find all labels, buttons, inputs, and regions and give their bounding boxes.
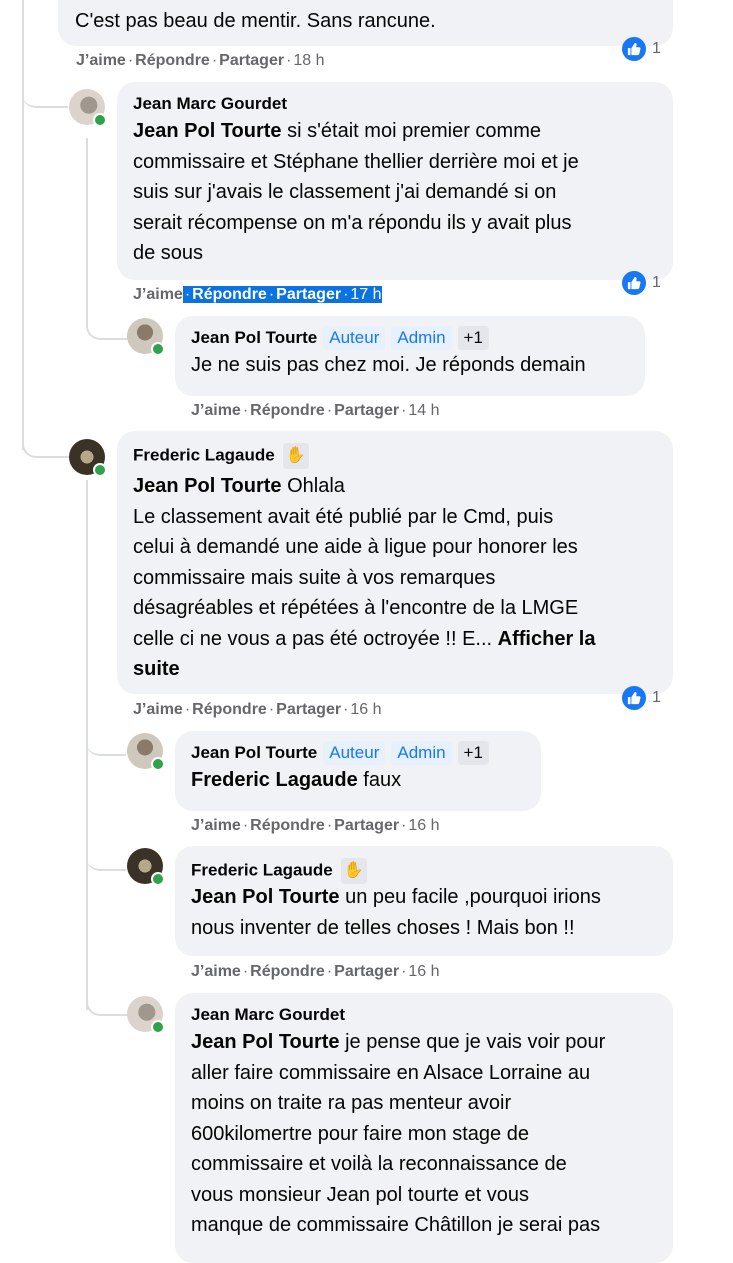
comment-actions: J’aime · Répondre · Partager · 16 h: [191, 817, 440, 834]
like-link[interactable]: J’aime: [133, 286, 183, 303]
comment-actions: J’aime · Répondre · Partager · 16 h: [191, 963, 440, 980]
thread-connector-r4: [86, 990, 128, 1016]
like-link[interactable]: J’aime: [191, 817, 241, 834]
comment-actions: J’aime · Répondre · Partager · 14 h: [191, 402, 440, 419]
author-badge[interactable]: Auteur: [323, 741, 386, 765]
online-indicator: [93, 113, 107, 127]
comment-bubble-top: C'est pas beau de mentir. Sans rancune.: [58, 0, 673, 46]
reply-link[interactable]: Répondre: [250, 817, 325, 834]
wave-hand-icon: ✋: [340, 858, 367, 884]
like-icon: [622, 37, 646, 61]
reply-link[interactable]: Répondre: [135, 52, 210, 69]
reaction-count-top[interactable]: 1: [622, 36, 661, 62]
like-icon: [622, 686, 646, 710]
comment-text: Frederic Lagaude faux: [191, 769, 402, 791]
comment-text: Je ne suis pas chez moi. Je réponds dema…: [191, 354, 586, 376]
share-link[interactable]: Partager: [219, 52, 284, 69]
mention-link[interactable]: Jean Pol Tourte: [191, 1031, 340, 1053]
thread-line-main: [22, 0, 24, 450]
online-indicator: [151, 872, 165, 886]
share-link[interactable]: Partager: [334, 402, 399, 419]
mention-link[interactable]: Jean Pol Tourte: [191, 886, 340, 908]
like-link[interactable]: J’aime: [133, 701, 183, 718]
reaction-count[interactable]: 1: [622, 685, 661, 711]
share-link[interactable]: Partager: [334, 963, 399, 980]
timestamp[interactable]: 14 h: [408, 402, 439, 419]
thread-connector-r3: [86, 845, 126, 871]
comment-author: Jean Pol Tourte Auteur Admin +1: [191, 326, 645, 350]
comment-actions: J’aime · Répondre · Partager · 17 h: [133, 286, 382, 303]
comment-text: Jean Pol Tourte Ohlala Le classement ava…: [133, 475, 596, 680]
reply-bubble: Jean Marc Gourdet Jean Pol Tourte je pen…: [175, 993, 673, 1263]
online-indicator: [93, 463, 107, 477]
mention-link[interactable]: Jean Pol Tourte: [133, 120, 282, 142]
admin-badge[interactable]: Admin: [391, 326, 452, 350]
comment-text: Jean Pol Tourte si s'était moi premier c…: [133, 120, 579, 264]
comment-actions-top: J’aime · Répondre · Partager · 18 h: [76, 52, 325, 69]
mention-link[interactable]: Jean Pol Tourte: [133, 475, 282, 497]
comment-actions: J’aime · Répondre · Partager · 16 h: [133, 701, 382, 718]
reply-link[interactable]: Répondre: [250, 402, 325, 419]
online-indicator: [151, 1020, 165, 1034]
share-link[interactable]: Partager: [276, 701, 341, 718]
comment-bubble: Jean Marc Gourdet Jean Pol Tourte si s'é…: [117, 82, 673, 280]
see-more-link-cont[interactable]: suite: [133, 658, 180, 680]
comment-text: Jean Pol Tourte un peu facile ,pourquoi …: [191, 886, 601, 939]
timestamp[interactable]: 18 h: [293, 52, 324, 69]
share-link[interactable]: Partager: [276, 286, 341, 303]
comment-author: Jean Pol Tourte Auteur Admin +1: [191, 741, 541, 765]
like-link[interactable]: J’aime: [76, 52, 126, 69]
more-badges[interactable]: +1: [457, 326, 489, 350]
see-more-link[interactable]: Afficher la: [498, 628, 596, 650]
timestamp[interactable]: 16 h: [350, 701, 381, 718]
wave-hand-icon: ✋: [282, 443, 309, 469]
more-badges[interactable]: +1: [457, 741, 489, 765]
mention-link[interactable]: Frederic Lagaude: [191, 769, 358, 791]
like-link[interactable]: J’aime: [191, 963, 241, 980]
reply-bubble: Jean Pol Tourte Auteur Admin +1 Frederic La…: [175, 731, 541, 811]
reply-bubble: Jean Pol Tourte Auteur Admin +1 Je ne suis …: [175, 316, 645, 396]
share-link[interactable]: Partager: [334, 817, 399, 834]
timestamp[interactable]: 16 h: [408, 817, 439, 834]
reaction-count[interactable]: 1: [622, 270, 661, 296]
reply-link[interactable]: Répondre: [192, 286, 267, 303]
author-badge[interactable]: Auteur: [323, 326, 386, 350]
comment-text: C'est pas beau de mentir. Sans rancune.: [75, 10, 436, 32]
like-link[interactable]: J’aime: [191, 402, 241, 419]
comment-text: Jean Pol Tourte je pense que je vais voi…: [191, 1031, 606, 1236]
thread-connector-c1: [22, 90, 68, 108]
reply-link[interactable]: Répondre: [250, 963, 325, 980]
comment-author[interactable]: Jean Marc Gourdet: [191, 1005, 673, 1025]
admin-badge[interactable]: Admin: [391, 741, 452, 765]
reply-link[interactable]: Répondre: [192, 701, 267, 718]
online-indicator: [151, 757, 165, 771]
thread-connector-r2: [86, 730, 126, 756]
comment-author: Frederic Lagaude ✋: [191, 858, 673, 884]
comment-author[interactable]: Jean Marc Gourdet: [133, 94, 673, 114]
comment-author: Frederic Lagaude ✋: [133, 443, 673, 469]
reply-bubble: Frederic Lagaude ✋ Jean Pol Tourte un peu…: [175, 846, 673, 956]
thread-connector-c2: [22, 420, 70, 458]
timestamp[interactable]: 16 h: [408, 963, 439, 980]
online-indicator: [151, 342, 165, 356]
like-icon: [622, 271, 646, 295]
comment-bubble: Frederic Lagaude ✋ Jean Pol Tourte Ohlala…: [117, 431, 673, 694]
timestamp[interactable]: 17 h: [350, 286, 381, 303]
